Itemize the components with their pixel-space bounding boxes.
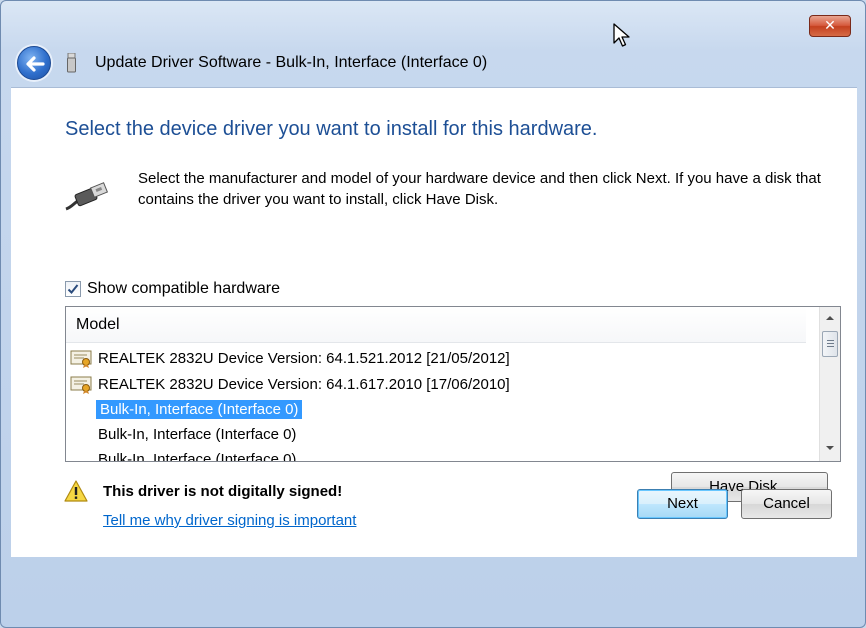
list-item[interactable]: REALTEK 2832U Device Version: 64.1.617.2… [70, 372, 512, 396]
vertical-scrollbar[interactable] [819, 307, 840, 461]
scroll-down-arrow-icon[interactable] [823, 441, 837, 455]
certificate-icon [70, 350, 92, 368]
model-column-label: Model [76, 316, 120, 333]
list-item-label: Bulk-In, Interface (Interface 0) [98, 450, 297, 462]
model-column-header[interactable]: Model [66, 307, 806, 343]
back-arrow-icon [26, 56, 45, 72]
list-item[interactable]: Bulk-In, Interface (Interface 0) [96, 422, 298, 446]
show-compatible-hardware-checkbox[interactable]: Show compatible hardware [65, 280, 280, 298]
instructions-text: Select the manufacturer and model of you… [138, 170, 821, 208]
list-item-selected[interactable]: Bulk-In, Interface (Interface 0) [96, 397, 303, 421]
title-bar: ✕ Update Driver Software - Bulk-In, Inte… [1, 1, 865, 87]
content-panel: Select the device driver you want to ins… [11, 87, 857, 557]
page-heading: Select the device driver you want to ins… [65, 118, 598, 140]
model-list[interactable]: Model REALTEK 2832U Device Version: 64.1… [65, 306, 841, 462]
unsigned-driver-warning: This driver is not digitally signed! [103, 483, 343, 500]
list-item-label: REALTEK 2832U Device Version: 64.1.521.2… [98, 349, 510, 367]
next-button[interactable]: Next [637, 489, 728, 519]
checkmark-icon [67, 284, 79, 294]
window-title: Update Driver Software - Bulk-In, Interf… [95, 54, 488, 71]
usb-cable-icon [65, 182, 109, 211]
scroll-thumb[interactable] [822, 331, 838, 357]
mouse-cursor-icon [613, 23, 630, 47]
close-button[interactable]: ✕ [809, 15, 851, 37]
back-button[interactable] [17, 46, 51, 80]
show-compatible-hardware-label: Show compatible hardware [87, 280, 280, 297]
warning-icon [64, 480, 88, 502]
list-item-label: Bulk-In, Interface (Interface 0) [98, 425, 297, 443]
dialog-window: ✕ Update Driver Software - Bulk-In, Inte… [0, 0, 866, 628]
close-icon: ✕ [824, 17, 836, 33]
list-item-label: REALTEK 2832U Device Version: 64.1.617.2… [98, 375, 510, 393]
scroll-up-arrow-icon[interactable] [823, 311, 837, 325]
checkbox-box[interactable] [65, 281, 81, 297]
certificate-icon [70, 376, 92, 394]
driver-signing-help-link[interactable]: Tell me why driver signing is important [103, 512, 356, 529]
list-item[interactable]: REALTEK 2832U Device Version: 64.1.521.2… [70, 346, 512, 370]
list-item[interactable]: Bulk-In, Interface (Interface 0) [96, 447, 298, 462]
cancel-button[interactable]: Cancel [741, 489, 832, 519]
usb-device-icon [67, 53, 76, 73]
list-item-label: Bulk-In, Interface (Interface 0) [96, 399, 303, 419]
